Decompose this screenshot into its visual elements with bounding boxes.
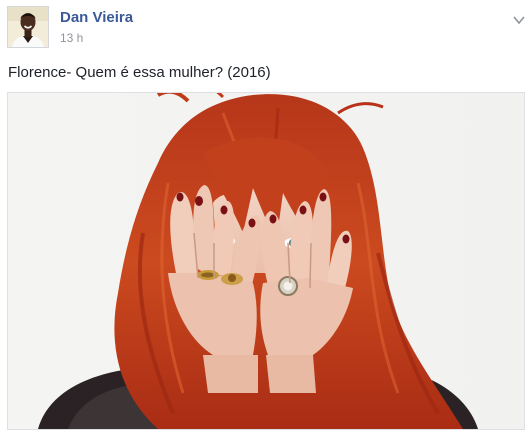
post-photo[interactable] bbox=[7, 92, 525, 430]
author-avatar[interactable] bbox=[7, 6, 49, 48]
post-timestamp[interactable]: 13 h bbox=[60, 31, 83, 45]
avatar-image bbox=[8, 7, 48, 47]
chevron-down-icon[interactable] bbox=[513, 12, 525, 25]
post-text: Florence- Quem é essa mulher? (2016) bbox=[8, 64, 271, 81]
post-author-name[interactable]: Dan Vieira bbox=[60, 9, 133, 26]
feed-post: Dan Vieira 13 h Florence- Quem é essa mu… bbox=[0, 0, 531, 436]
photo-red-haired-woman bbox=[8, 93, 524, 429]
